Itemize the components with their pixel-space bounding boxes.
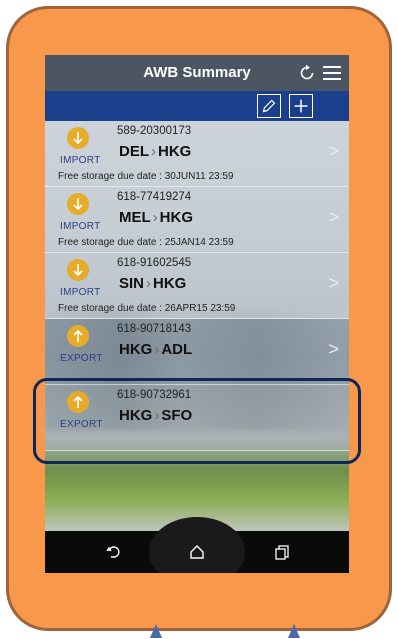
awb-number: 618-91602545 xyxy=(117,257,192,269)
chevron-right-icon[interactable]: > xyxy=(328,141,339,162)
direction-label: EXPORT xyxy=(60,353,103,364)
chevron-right-icon[interactable]: > xyxy=(328,339,339,360)
refresh-icon[interactable] xyxy=(297,63,317,83)
system-nav-bar xyxy=(45,517,349,573)
selection-highlight xyxy=(33,378,361,464)
direction-label: IMPORT xyxy=(60,221,101,232)
route-separator-icon: › xyxy=(151,143,156,160)
origin-code: SIN xyxy=(119,275,145,292)
recent-apps-icon[interactable] xyxy=(273,543,291,561)
edit-icon[interactable] xyxy=(257,94,281,118)
direction-label: IMPORT xyxy=(60,287,101,298)
add-icon[interactable] xyxy=(289,94,313,118)
awb-number: 618-90718143 xyxy=(117,323,192,335)
route: HKG › ADL xyxy=(119,341,192,358)
route: SIN › HKG xyxy=(119,275,186,292)
route-separator-icon: › xyxy=(152,209,158,226)
back-icon[interactable] xyxy=(105,543,123,561)
direction-label: IMPORT xyxy=(60,155,101,166)
storage-due-date: Free storage due date : 25JAN14 23:59 xyxy=(58,237,234,248)
import-arrow-icon xyxy=(67,193,89,215)
chevron-right-icon[interactable]: > xyxy=(328,273,339,294)
origin-code: MEL xyxy=(119,209,151,226)
storage-due-date: Free storage due date : 26APR15 23:59 xyxy=(58,303,236,314)
import-arrow-icon xyxy=(67,127,89,149)
title-bar: AWB Summary xyxy=(45,55,349,91)
toolbar xyxy=(45,91,349,121)
route: MEL › HKG xyxy=(119,209,193,226)
shipment-row[interactable]: IMPORT 618-77419274 MEL › HKG Free storage… xyxy=(45,187,349,253)
storage-due-date: Free storage due date : 30JUN11 23:59 xyxy=(58,171,234,182)
destination-code: ADL xyxy=(161,341,193,358)
awb-number: 589-20300173 xyxy=(117,125,192,137)
chevron-right-icon[interactable]: > xyxy=(328,207,339,228)
shipment-row[interactable]: IMPORT 618-91602545 SIN › HKG Free storage… xyxy=(45,253,349,319)
import-arrow-icon xyxy=(67,259,89,281)
callout-pointer xyxy=(288,624,300,638)
callout-pointer xyxy=(150,624,162,638)
home-icon[interactable] xyxy=(188,543,206,561)
destination-code: HKG xyxy=(159,209,194,226)
app-screen: AWB Summary IMPORT 589-20300173 DEL › HK… xyxy=(45,55,349,573)
shipment-row[interactable]: IMPORT 589-20300173 DEL › HKG Free storage… xyxy=(45,121,349,187)
menu-icon[interactable] xyxy=(322,64,342,82)
destination-code: HKG xyxy=(153,275,187,292)
route-separator-icon: › xyxy=(154,341,160,358)
route: DEL › HKG xyxy=(119,143,191,160)
awb-number: 618-77419274 xyxy=(117,191,192,203)
origin-code: DEL xyxy=(119,143,149,160)
origin-code: HKG xyxy=(119,341,153,358)
shipment-row[interactable]: EXPORT 618-90718143 HKG › ADL > xyxy=(45,319,349,385)
export-arrow-icon xyxy=(67,325,89,347)
destination-code: HKG xyxy=(158,143,192,160)
route-separator-icon: › xyxy=(146,275,152,292)
